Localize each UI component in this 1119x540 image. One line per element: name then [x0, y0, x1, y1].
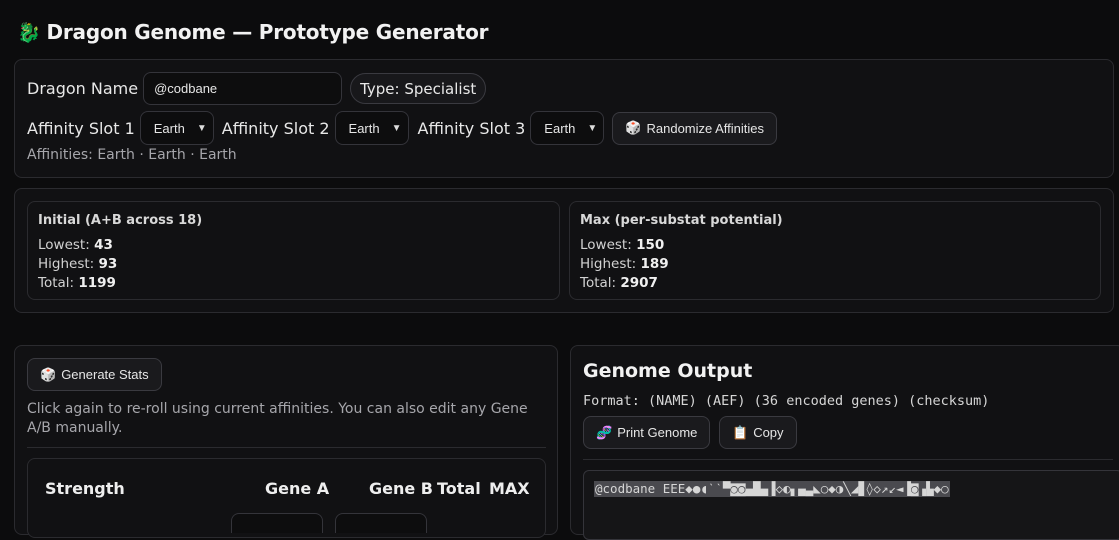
page-title-text: Dragon Genome — Prototype Generator — [46, 20, 489, 44]
initial-stats-card: Initial (A+B across 18) Lowest: 43 Highe… — [27, 201, 560, 300]
dragon-name-value: @codbane — [154, 81, 218, 96]
table-header-gene-b: Gene B — [369, 479, 433, 498]
stats-panel: Initial (A+B across 18) Lowest: 43 Highe… — [14, 188, 1114, 313]
type-badge-text: Type: Specialist — [360, 79, 477, 98]
generate-stats-button[interactable]: 🎲 Generate Stats — [27, 358, 162, 391]
initial-stats-title: Initial (A+B across 18) — [38, 213, 203, 228]
genome-output-text: @codbane EEE◆●◖ˋˋ▀◙◙▄█▄▐◇◐▖▄▃◣○◆◑╲◢▊◊◇↗↙… — [594, 481, 950, 497]
initial-highest-value: 93 — [98, 256, 118, 272]
dragon-name-input[interactable]: @codbane — [143, 72, 343, 105]
table-header-strength: Strength — [45, 479, 125, 498]
initial-lowest-label: Lowest: — [38, 237, 90, 253]
affinity-slot-1-select[interactable]: Earth ▼ — [139, 111, 214, 145]
genome-format: Format: (NAME) (AEF) (36 encoded genes) … — [583, 393, 990, 409]
affinity-slot-3-select[interactable]: Earth ▼ — [530, 111, 605, 145]
max-highest-label: Highest: — [580, 256, 637, 272]
affinity-slot-3-label: Affinity Slot 3 — [417, 118, 526, 138]
max-lowest-label: Lowest: — [580, 237, 632, 253]
affinity-slot-1-label: Affinity Slot 1 — [27, 118, 135, 138]
affinities-summary: Affinities: Earth · Earth · Earth — [27, 147, 237, 163]
affinity-slot-2-select[interactable]: Earth ▼ — [334, 111, 409, 145]
genome-output-textarea[interactable]: @codbane EEE◆●◖ˋˋ▀◙◙▄█▄▐◇◐▖▄▃◣○◆◑╲◢▊◊◇↗↙… — [583, 470, 1119, 540]
initial-highest: Highest: 93 — [38, 255, 549, 274]
genome-output-title: Genome Output — [583, 360, 753, 382]
gene-a-input[interactable] — [231, 513, 323, 533]
type-badge: Type: Specialist — [350, 73, 487, 104]
table-header-gene-a: Gene A — [265, 479, 330, 498]
copy-button[interactable]: 📋 Copy — [719, 416, 797, 449]
affinity-slot-2-label: Affinity Slot 2 — [221, 118, 330, 138]
divider — [27, 447, 546, 448]
affinity-slot-3-value: Earth — [544, 120, 576, 136]
max-lowest: Lowest: 150 — [580, 236, 1090, 255]
initial-highest-label: Highest: — [38, 256, 95, 272]
max-total-value: 2907 — [620, 275, 658, 291]
affinity-slot-1-value: Earth — [153, 120, 185, 136]
config-panel: Dragon Name @codbane Type: Specialist Af… — [14, 59, 1114, 178]
randomize-affinities-label: Randomize Affinities — [646, 120, 765, 136]
initial-total: Total: 1199 — [38, 274, 549, 293]
table-header-max: MAX — [489, 479, 530, 498]
divider — [583, 459, 1113, 460]
max-total-label: Total: — [580, 275, 617, 291]
gene-b-input[interactable] — [335, 513, 427, 533]
copy-label: Copy — [753, 425, 784, 440]
genome-output-panel: Genome Output Format: (NAME) (AEF) (36 e… — [570, 345, 1119, 540]
max-lowest-value: 150 — [636, 237, 665, 253]
dice-icon: 🎲 — [625, 120, 642, 135]
max-highest: Highest: 189 — [580, 255, 1090, 274]
initial-lowest: Lowest: 43 — [38, 236, 549, 255]
table-header-total: Total — [437, 479, 481, 498]
initial-total-value: 1199 — [78, 275, 116, 291]
print-genome-label: Print Genome — [617, 425, 698, 440]
clipboard-icon: 📋 — [732, 424, 749, 440]
initial-total-label: Total: — [38, 275, 75, 291]
max-total: Total: 2907 — [580, 274, 1090, 293]
chevron-down-icon: ▼ — [587, 122, 598, 134]
dragon-icon: 🐉 — [17, 21, 41, 44]
affinity-slot-2-value: Earth — [348, 120, 380, 136]
max-highest-value: 189 — [640, 256, 669, 272]
chevron-down-icon: ▼ — [196, 122, 207, 134]
dna-icon: 🧬 — [596, 424, 613, 440]
dragon-name-label: Dragon Name — [27, 79, 139, 98]
gene-table: Strength Gene A Gene B Total MAX — [27, 458, 546, 538]
initial-lowest-value: 43 — [94, 237, 113, 253]
max-stats-card: Max (per-substat potential) Lowest: 150 … — [569, 201, 1101, 300]
randomize-affinities-button[interactable]: 🎲 Randomize Affinities — [612, 111, 778, 145]
chevron-down-icon: ▼ — [391, 122, 402, 134]
page-title: 🐉 Dragon Genome — Prototype Generator — [17, 20, 488, 44]
max-stats-title: Max (per-substat potential) — [580, 213, 783, 228]
dice-icon: 🎲 — [40, 366, 57, 382]
print-genome-button[interactable]: 🧬 Print Genome — [583, 416, 711, 449]
generator-hint: Click again to re-roll using current aff… — [27, 401, 528, 436]
generator-panel: 🎲 Generate Stats Click again to re-roll … — [14, 345, 558, 538]
generate-stats-label: Generate Stats — [61, 367, 149, 382]
